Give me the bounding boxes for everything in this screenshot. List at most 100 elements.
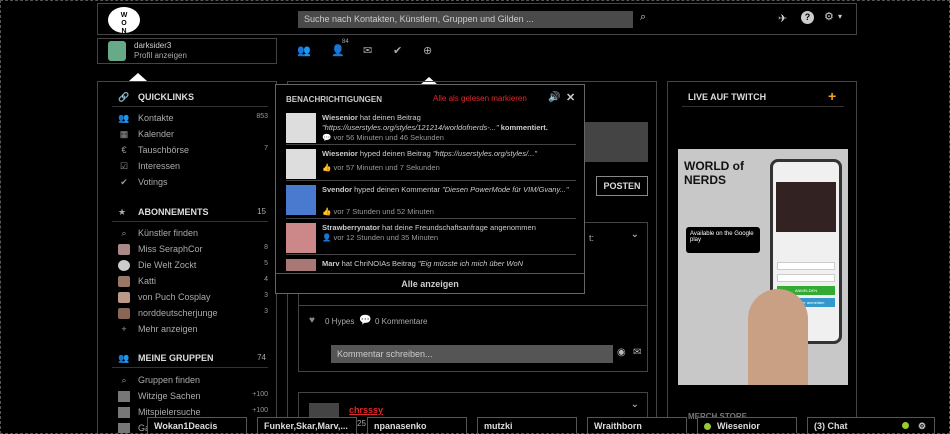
ad-banner[interactable]: WORLD of NERDS Available on the Google p… xyxy=(678,149,848,385)
check-circle-icon: ✔ xyxy=(120,177,128,187)
chat-tab-label: Wiesenior xyxy=(717,421,760,431)
friends-icon[interactable]: 👥 xyxy=(297,44,311,57)
send-icon[interactable]: ✉ xyxy=(633,347,641,358)
chevron-down-icon[interactable]: ⌄ xyxy=(631,399,639,410)
help-icon[interactable]: ? xyxy=(801,11,814,24)
chat-tab[interactable]: Funker,Skar,Marv,... xyxy=(257,417,357,433)
sidebar-item-gruppen-finden[interactable]: ⌕ Gruppen finden xyxy=(118,375,268,388)
friend-count-badge: 84 xyxy=(342,39,349,45)
online-status-icon xyxy=(902,422,909,429)
sidebar-item-kuenstler-finden[interactable]: ⌕ Künstler finden xyxy=(118,228,268,241)
sidebar-item-norddeutscherjunge[interactable]: norddeutscherjunge 3 xyxy=(118,308,268,321)
sidebar-item-katti[interactable]: Katti 4 xyxy=(118,276,268,289)
heart-icon[interactable]: ♥ xyxy=(309,315,315,326)
search-icon[interactable]: ⌕ xyxy=(640,11,646,24)
chat-tab[interactable]: npanasenko xyxy=(367,417,467,433)
login-field xyxy=(777,262,835,270)
gear-icon[interactable]: ⚙ xyxy=(918,418,926,433)
notification-item[interactable]: Wiesenior hat deinen Beitrag "https://us… xyxy=(286,111,576,145)
plus-icon: + xyxy=(121,324,127,334)
close-icon[interactable]: ✕ xyxy=(566,91,575,104)
sidebar-item-kalender[interactable]: ▦ Kalender xyxy=(118,129,268,142)
notification-item[interactable]: Strawberrynator hat deine Freundschaftsa… xyxy=(286,221,576,255)
avatar xyxy=(118,260,130,271)
sidebar-item-kontakte[interactable]: 👥 Kontakte 853 xyxy=(118,113,268,126)
site-logo[interactable]: WON xyxy=(108,7,140,35)
notification-suffix: kommentiert. xyxy=(500,123,548,132)
gear-icon[interactable]: ⚙ xyxy=(824,10,834,23)
sidebar: 🔗 QUICKLINKS 👥 Kontakte 853 ▦ Kalender € Tau… xyxy=(97,81,277,433)
notification-action: hyped deinen Kommentar xyxy=(354,185,440,194)
comments-count[interactable]: 0 Kommentare xyxy=(375,317,427,326)
notification-user[interactable]: Strawberrynator xyxy=(322,223,380,232)
post-author[interactable]: chrsssy xyxy=(349,405,383,415)
groups-title: MEINE GRUPPEN xyxy=(138,353,214,363)
chevron-down-icon[interactable]: ⌄ xyxy=(631,229,639,240)
avatar xyxy=(118,308,130,319)
avatar xyxy=(118,292,130,303)
divider xyxy=(276,273,584,274)
notification-icon[interactable]: ✔ xyxy=(393,44,402,57)
avatar xyxy=(286,185,316,215)
notification-user[interactable]: Wiesenior xyxy=(322,149,358,158)
sidebar-item-miss-seraphcor[interactable]: Miss SeraphCor 8 xyxy=(118,244,268,257)
sidebar-item-interessen[interactable]: ☑ Interessen xyxy=(118,161,268,174)
chevron-down-icon[interactable]: ▾ xyxy=(838,12,842,21)
show-all-link[interactable]: Alle anzeigen xyxy=(276,279,584,289)
chat-tab[interactable]: mutzki xyxy=(477,417,577,433)
divider xyxy=(112,367,268,368)
comment-icon[interactable]: 💬 xyxy=(359,315,371,326)
sidebar-item-mehr-anzeigen[interactable]: + Mehr anzeigen xyxy=(118,324,268,337)
plus-icon[interactable]: + xyxy=(828,88,836,104)
chat-main-tab[interactable]: (3) Chat ⚙ xyxy=(807,417,935,433)
profile-bar[interactable]: darksider3 Profil anzeigen xyxy=(97,38,277,64)
sound-icon[interactable]: 🔊 xyxy=(548,92,560,103)
abos-title: ABONNEMENTS xyxy=(138,207,209,217)
partial-text: t: xyxy=(589,233,595,243)
chat-tab-label: Wokan1Deacis xyxy=(154,421,218,431)
globe-icon[interactable]: ⊕ xyxy=(423,44,432,57)
hypes-count[interactable]: 0 Hypes xyxy=(325,317,354,326)
post-button[interactable]: POSTEN xyxy=(596,176,648,196)
notification-text: Wiesenior hat deinen Beitrag "https://us… xyxy=(322,113,576,133)
chat-tab[interactable]: Wraithborn xyxy=(587,417,687,433)
notification-user[interactable]: Marv xyxy=(322,259,340,268)
sidebar-item-die-welt-zockt[interactable]: Die Welt Zockt 5 xyxy=(118,260,268,273)
notification-item[interactable]: Svendor hyped deinen Kommentar "Diesen P… xyxy=(286,183,576,219)
chat-tab[interactable]: Wokan1Deacis xyxy=(147,417,247,433)
avatar xyxy=(286,223,316,253)
groups-count: 74 xyxy=(257,353,266,362)
group-avatar xyxy=(118,391,130,402)
chat-tab[interactable]: Wiesenior xyxy=(697,417,797,433)
sidebar-item-votings[interactable]: ✔ Votings xyxy=(118,177,268,190)
notification-time: 👍 vor 57 Minuten und 7 Sekunden xyxy=(322,163,440,172)
notification-item[interactable]: Wiesenior hyped deinen Beitrag "https://… xyxy=(286,147,576,181)
divider xyxy=(112,221,268,222)
sidebar-item-tauschboerse[interactable]: € Tauschbörse 7 xyxy=(118,145,268,158)
avatar xyxy=(286,259,316,271)
notification-user[interactable]: Wiesenior xyxy=(322,113,358,122)
search-input[interactable]: Suche nach Kontakten, Künstlern, Gruppen… xyxy=(298,11,633,28)
login-field xyxy=(777,274,835,282)
group-avatar xyxy=(118,407,130,418)
notification-quote: "https://userstyles.org/styles/121214/wo… xyxy=(322,123,499,132)
notification-item[interactable]: Marv hat ChriNOIAs Beitrag "Eig müsste i… xyxy=(286,257,576,271)
divider xyxy=(682,106,844,107)
notification-quote: "Diesen PowerMode für VIM/Gvany..." xyxy=(442,185,569,194)
sidebar-item-witzige-sachen[interactable]: Witzige Sachen +100 xyxy=(118,391,268,404)
ad-logo: WORLD of NERDS xyxy=(684,159,744,187)
rocket-icon[interactable]: ✈ xyxy=(778,12,787,25)
profile-link[interactable]: Profil anzeigen xyxy=(134,51,187,60)
comment-input[interactable]: Kommentar schreiben... xyxy=(331,345,613,363)
group-icon: 👥 xyxy=(118,353,130,363)
link-icon: 🔗 xyxy=(118,92,130,102)
notification-panel: BENACHRICHTIGUNGEN Alle als gelesen mark… xyxy=(275,84,585,294)
twitch-panel: LIVE AUF TWITCH + WORLD of NERDS Availab… xyxy=(667,81,857,433)
check-square-icon: ☑ xyxy=(119,161,129,171)
mark-all-read-link[interactable]: Alle als gelesen markieren xyxy=(433,94,527,103)
notification-user[interactable]: Svendor xyxy=(322,185,352,194)
mail-icon[interactable]: ✉ xyxy=(363,44,372,57)
sidebar-item-von-puch-cosplay[interactable]: von Puch Cosplay 3 xyxy=(118,292,268,305)
friend-requests-icon[interactable]: 👤 xyxy=(331,44,345,57)
camera-icon[interactable]: ◉ xyxy=(617,347,626,358)
